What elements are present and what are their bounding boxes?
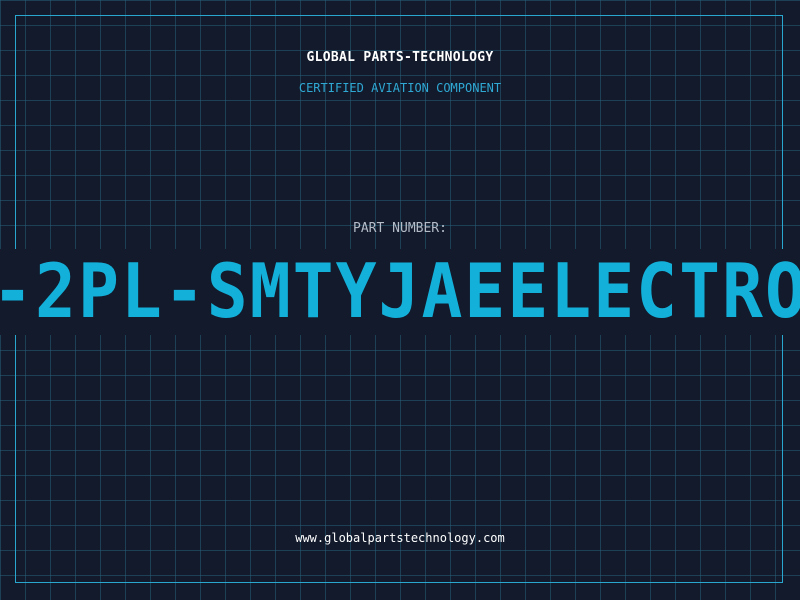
website-url[interactable]: www.globalpartstechnology.com: [0, 531, 800, 545]
certification-subtitle: CERTIFIED AVIATION COMPONENT: [298, 81, 502, 95]
part-number-band: -2PL-SMTYJAEELECTRO: [0, 249, 800, 335]
company-name: GLOBAL PARTS-TECHNOLOGY: [306, 50, 494, 65]
part-number-label: PART NUMBER:: [353, 221, 447, 236]
part-label-card: GLOBAL PARTS-TECHNOLOGY CERTIFIED AVIATI…: [0, 0, 800, 600]
part-number-value: -2PL-SMTYJAEELECTRO: [0, 249, 800, 335]
